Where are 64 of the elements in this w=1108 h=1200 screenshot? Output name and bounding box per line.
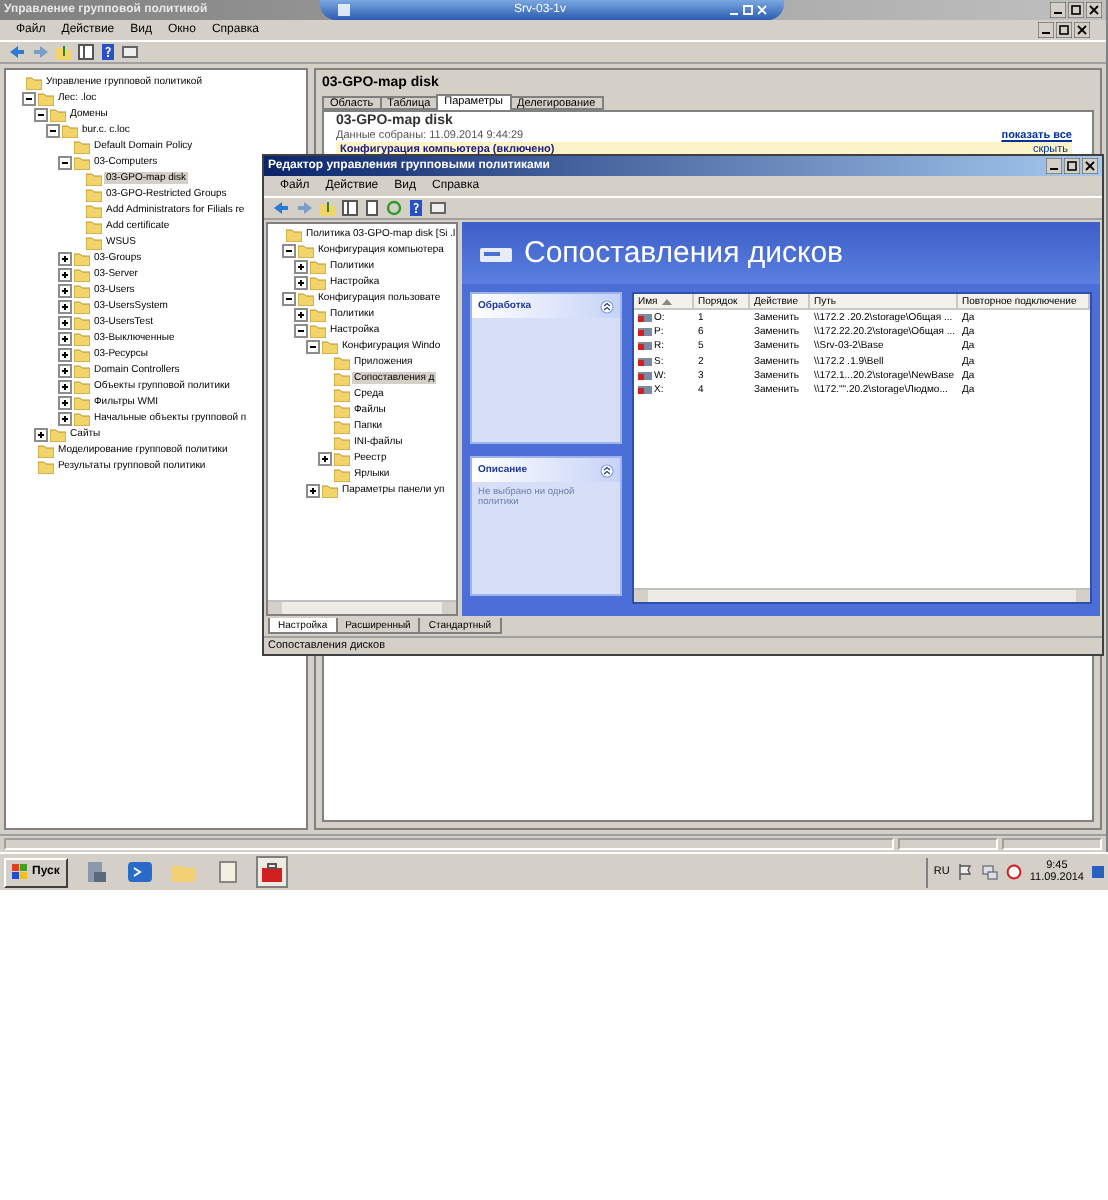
expand-toggle[interactable] xyxy=(58,315,72,329)
help-icon[interactable] xyxy=(100,44,116,60)
sort-icon xyxy=(661,297,672,305)
properties-icon[interactable] xyxy=(122,44,138,60)
minimize-icon[interactable] xyxy=(1038,22,1054,38)
expand-toggle[interactable] xyxy=(58,267,72,281)
windows-flag-icon xyxy=(12,864,28,880)
toolbox-icon xyxy=(259,860,284,884)
scrollbar[interactable] xyxy=(268,600,456,614)
expand-toggle[interactable] xyxy=(58,155,72,169)
powershell-button[interactable] xyxy=(123,856,156,888)
expand-toggle[interactable] xyxy=(294,259,308,273)
expand-toggle[interactable] xyxy=(34,427,48,441)
properties-icon[interactable] xyxy=(430,200,446,216)
server-icon xyxy=(83,860,108,884)
collapse-icon[interactable] xyxy=(600,299,614,313)
document-icon[interactable] xyxy=(364,200,380,216)
minimize-icon[interactable] xyxy=(1050,2,1066,18)
folder-icon xyxy=(171,860,196,884)
expand-toggle[interactable] xyxy=(294,323,308,337)
expand-toggle[interactable] xyxy=(282,291,296,305)
back-icon[interactable] xyxy=(8,44,26,60)
expand-toggle[interactable] xyxy=(46,123,60,137)
expand-toggle[interactable] xyxy=(58,251,72,265)
folder-up-icon[interactable] xyxy=(320,200,336,216)
expand-toggle[interactable] xyxy=(318,451,332,465)
expand-toggle[interactable] xyxy=(58,363,72,377)
panel-icon[interactable] xyxy=(342,200,358,216)
collapse-icon[interactable] xyxy=(600,463,614,477)
expand-toggle[interactable] xyxy=(58,411,72,425)
expand-toggle[interactable] xyxy=(58,283,72,297)
panel-icon[interactable] xyxy=(78,44,94,60)
folder-up-icon[interactable] xyxy=(56,44,72,60)
back-icon[interactable] xyxy=(272,200,290,216)
close-icon[interactable] xyxy=(1086,2,1102,18)
expand-toggle[interactable] xyxy=(294,275,308,289)
close-icon[interactable] xyxy=(1082,158,1098,174)
terminal-icon xyxy=(127,860,152,884)
close-icon[interactable] xyxy=(1074,22,1090,38)
expand-toggle[interactable] xyxy=(294,307,308,321)
maximize-icon[interactable] xyxy=(1056,22,1072,38)
minimize-icon[interactable] xyxy=(1046,158,1062,174)
expand-toggle[interactable] xyxy=(282,243,296,257)
help-icon[interactable] xyxy=(408,200,424,216)
maximize-icon[interactable] xyxy=(1068,2,1084,18)
maximize-icon[interactable] xyxy=(1064,158,1080,174)
desktop-icon xyxy=(1092,864,1104,880)
expand-toggle[interactable] xyxy=(58,299,72,313)
network-icon xyxy=(981,864,998,880)
expand-toggle[interactable] xyxy=(58,331,72,345)
expand-toggle[interactable] xyxy=(22,91,36,105)
document-icon xyxy=(215,860,240,884)
expand-toggle[interactable] xyxy=(58,395,72,409)
expand-toggle[interactable] xyxy=(58,347,72,361)
expand-toggle[interactable] xyxy=(306,483,320,497)
expand-toggle[interactable] xyxy=(58,379,72,393)
toolbox-button[interactable] xyxy=(255,856,288,888)
expand-toggle[interactable] xyxy=(34,107,48,121)
scrollbar[interactable] xyxy=(634,588,1090,602)
flag-icon xyxy=(957,864,974,880)
no-entry-icon xyxy=(1005,864,1022,880)
expand-toggle[interactable] xyxy=(306,339,320,353)
page-heading: Сопоставления дисков xyxy=(524,236,844,270)
window-controls-icon xyxy=(727,2,768,18)
